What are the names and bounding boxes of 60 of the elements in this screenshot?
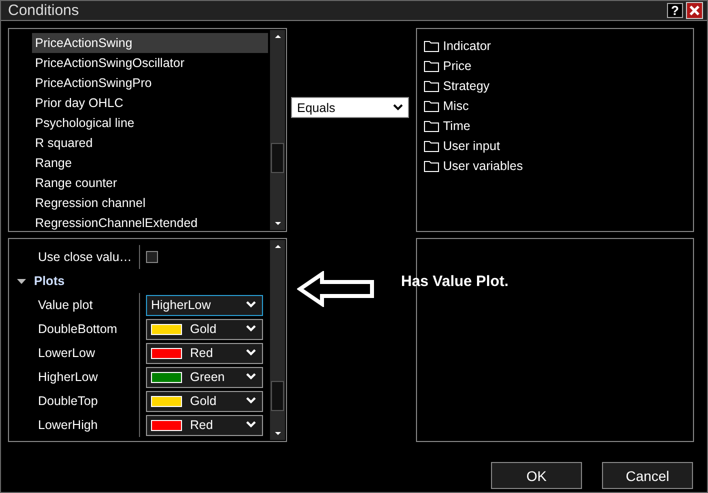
property-label: DoubleTop: [10, 389, 140, 413]
color-dropdown[interactable]: Red: [146, 414, 263, 436]
operator-dropdown[interactable]: Equals: [291, 97, 409, 118]
scrollbar[interactable]: [270, 30, 285, 230]
caret-icon: [246, 349, 256, 357]
category-item[interactable]: User input: [424, 136, 500, 156]
list-item[interactable]: PriceActionSwingPro: [32, 73, 268, 93]
list-item[interactable]: Prior day OHLC: [32, 93, 268, 113]
dialog-button[interactable]: OK: [491, 462, 582, 489]
category-item[interactable]: Misc: [424, 96, 469, 116]
scroll-thumb[interactable]: [271, 381, 284, 411]
checkbox[interactable]: [146, 251, 158, 263]
scroll-thumb[interactable]: [271, 143, 284, 173]
list-item[interactable]: Psychological line: [32, 113, 268, 133]
arrow-icon: [297, 271, 375, 307]
dialog-button[interactable]: Cancel: [602, 462, 693, 489]
category-item[interactable]: Price: [424, 56, 472, 76]
caret-icon: [393, 104, 403, 112]
annotation-text: Has Value Plot.: [401, 273, 509, 290]
folder-icon: [424, 160, 439, 172]
close-icon: [689, 5, 700, 16]
category-item[interactable]: Time: [424, 116, 470, 136]
folder-icon: [424, 40, 439, 52]
caret-icon: [246, 373, 256, 381]
caret-icon: [246, 397, 256, 405]
list-item[interactable]: PriceActionSwingOscillator: [32, 53, 268, 73]
plot-dropdown[interactable]: HigherLow: [146, 294, 263, 316]
folder-icon: [424, 60, 439, 72]
category-item[interactable]: User variables: [424, 156, 523, 176]
category-item[interactable]: Indicator: [424, 36, 491, 56]
property-label: LowerHigh: [10, 413, 140, 437]
list-item[interactable]: PriceActionSwing: [32, 33, 268, 53]
list-item[interactable]: R squared: [32, 133, 268, 153]
window-title: Conditions: [8, 2, 80, 19]
caret-icon: [246, 421, 256, 429]
caret-icon: [246, 325, 256, 333]
color-dropdown[interactable]: Green: [146, 366, 263, 388]
list-item[interactable]: Range: [32, 153, 268, 173]
property-label: DoubleBottom: [10, 317, 140, 341]
help-button[interactable]: ?: [667, 3, 683, 18]
caret-icon: [246, 301, 256, 309]
property-label: HigherLow: [10, 365, 140, 389]
collapse-icon: [17, 276, 26, 286]
folder-icon: [424, 120, 439, 132]
color-dropdown[interactable]: Gold: [146, 318, 263, 340]
folder-icon: [424, 80, 439, 92]
property-label: Value plot: [10, 293, 140, 317]
property-label: Use close valu…: [10, 245, 140, 269]
color-dropdown[interactable]: Gold: [146, 390, 263, 412]
list-item[interactable]: RegressionChannelExtended: [32, 213, 268, 233]
category-item[interactable]: Strategy: [424, 76, 490, 96]
folder-icon: [424, 100, 439, 112]
list-item[interactable]: Regression channel: [32, 193, 268, 213]
group-header[interactable]: Plots: [10, 274, 65, 288]
list-item[interactable]: Range counter: [32, 173, 268, 193]
scrollbar[interactable]: [270, 240, 285, 440]
color-dropdown[interactable]: Red: [146, 342, 263, 364]
property-label: LowerLow: [10, 341, 140, 365]
folder-icon: [424, 140, 439, 152]
close-button[interactable]: [686, 2, 703, 19]
